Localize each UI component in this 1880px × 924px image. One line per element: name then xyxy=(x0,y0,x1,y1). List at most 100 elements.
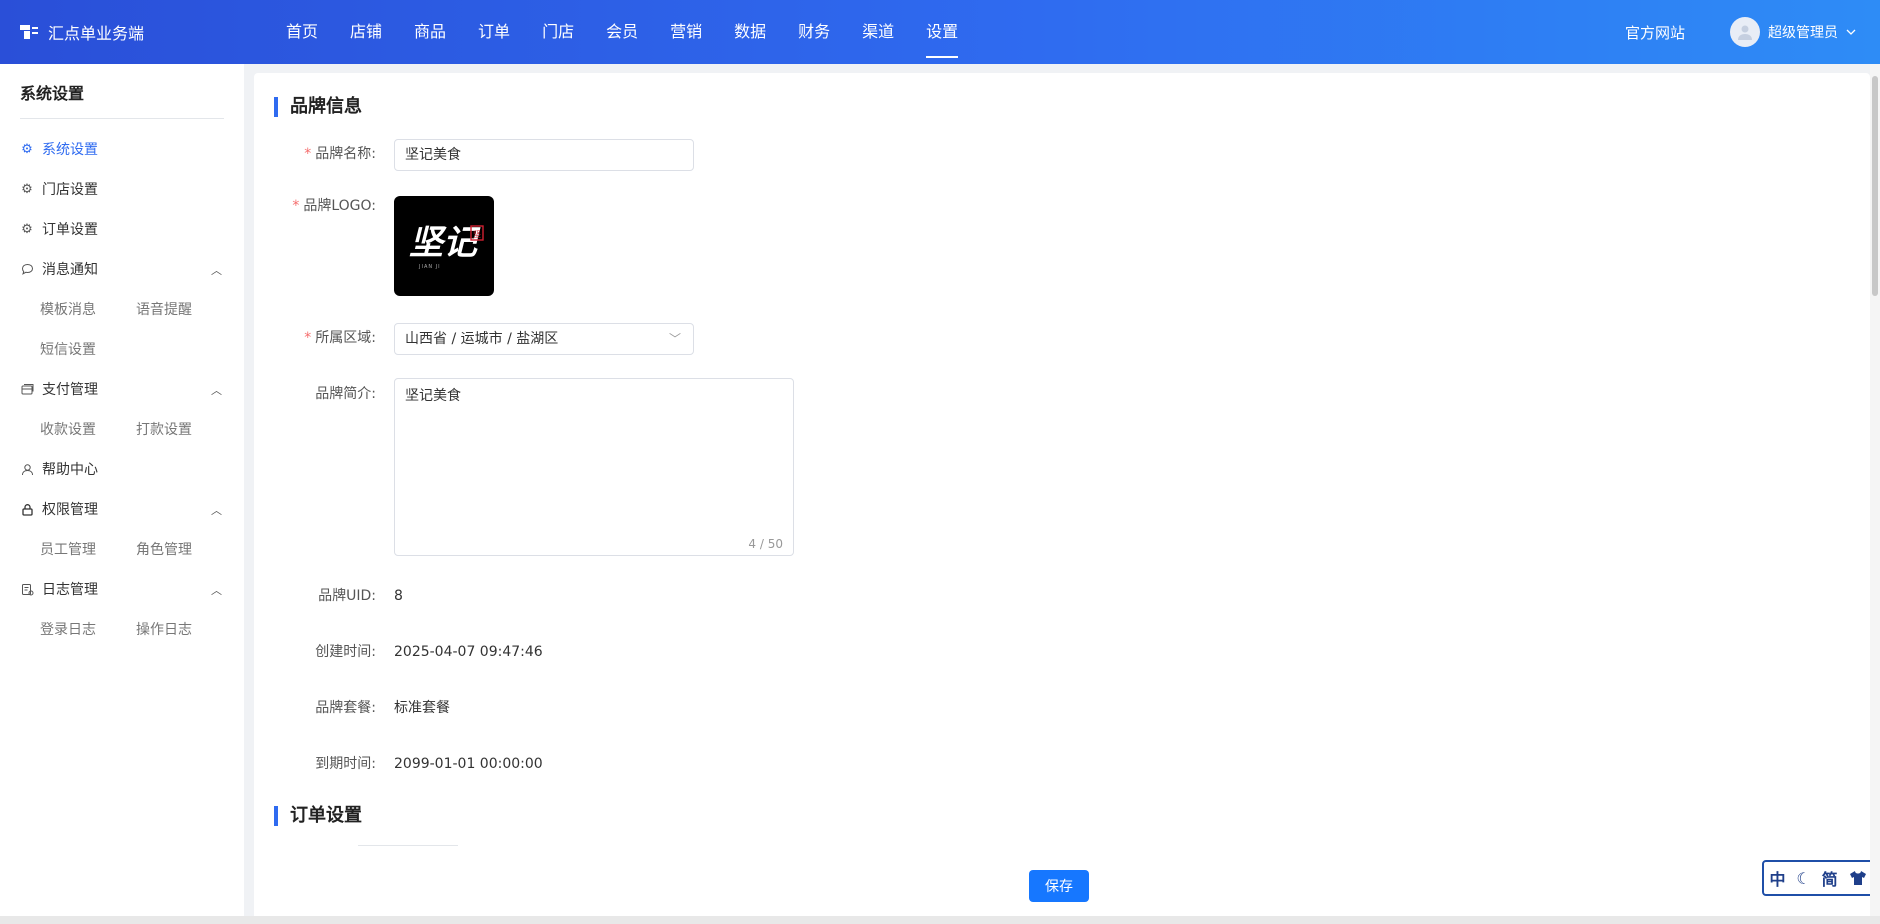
sidebar-title: 系统设置 xyxy=(20,80,224,119)
required-mark: * xyxy=(304,330,312,346)
sidebar-item-logs[interactable]: 日志管理 ︿ xyxy=(0,569,244,609)
log-icon xyxy=(20,582,34,596)
save-button[interactable]: 保存 xyxy=(1029,870,1089,902)
save-bar: 保存 xyxy=(254,854,1870,924)
field-uid: 品牌UID: 8 xyxy=(254,586,403,606)
field-created-time: 创建时间: 2025-04-07 09:47:46 xyxy=(254,642,543,662)
sidebar-item-sms-settings[interactable]: 短信设置 xyxy=(40,339,136,359)
intro-value: 坚记美食 xyxy=(405,388,461,404)
section-title-brand: 品牌信息 xyxy=(274,97,362,117)
sidebar-item-order-settings[interactable]: ⚙ 订单设置 xyxy=(0,209,244,249)
nav-settings[interactable]: 设置 xyxy=(910,0,974,64)
avatar xyxy=(1730,17,1760,47)
nav-channels[interactable]: 渠道 xyxy=(846,0,910,64)
sidebar-item-staff-management[interactable]: 员工管理 xyxy=(40,539,136,559)
intro-label: 品牌简介: xyxy=(315,386,376,402)
chevron-down-icon: ﹀ xyxy=(668,332,681,346)
region-value: 山西省 / 运城市 / 盐湖区 xyxy=(405,331,559,347)
svg-text:坚记: 坚记 xyxy=(409,223,481,263)
official-site-link[interactable]: 官方网站 xyxy=(1625,22,1685,43)
brand[interactable]: 汇点单业务端 xyxy=(20,20,144,44)
shirt-icon[interactable] xyxy=(1849,870,1867,886)
created-value: 2025-04-07 09:47:46 xyxy=(394,644,543,660)
chevron-down-icon xyxy=(1846,29,1856,35)
main-nav: 首页 店铺 商品 订单 门店 会员 营销 数据 财务 渠道 设置 xyxy=(270,0,974,64)
nav-stores[interactable]: 门店 xyxy=(526,0,590,64)
section-title-order: 订单设置 xyxy=(274,806,362,826)
chevron-up-icon[interactable]: ︿ xyxy=(211,502,222,518)
chevron-up-icon[interactable]: ︿ xyxy=(211,382,222,398)
nav-orders[interactable]: 订单 xyxy=(462,0,526,64)
uid-label: 品牌UID: xyxy=(318,588,376,604)
gear-icon: ⚙ xyxy=(21,221,33,237)
uid-value: 8 xyxy=(394,588,403,604)
brand-name: 汇点单业务端 xyxy=(48,24,145,43)
expire-label: 到期时间: xyxy=(315,756,376,772)
sidebar-item-permissions[interactable]: 权限管理 ︿ xyxy=(0,489,244,529)
nav-shop[interactable]: 店铺 xyxy=(334,0,398,64)
user-icon xyxy=(20,462,34,476)
card-icon xyxy=(20,382,34,396)
field-expire-time: 到期时间: 2099-01-01 00:00:00 xyxy=(254,754,542,774)
simplified-chinese-toggle[interactable]: 简 xyxy=(1822,866,1838,890)
nav-marketing[interactable]: 营销 xyxy=(654,0,718,64)
sidebar-item-collection-settings[interactable]: 收款设置 xyxy=(40,419,136,439)
field-intro: 品牌简介: 坚记美食 4 / 50 xyxy=(254,378,794,556)
brand-logo-artwork: 坚记 坚 JIAN JI xyxy=(409,223,484,270)
language-widget[interactable]: 中 ☾ 简 xyxy=(1762,860,1874,896)
nav-goods[interactable]: 商品 xyxy=(398,0,462,64)
field-package: 品牌套餐: 标准套餐 xyxy=(254,698,450,718)
settings-panel: 品牌信息 * 品牌名称: 坚记美食 * 品牌LOGO: 坚记 坚 JIAN JI *… xyxy=(254,73,1870,924)
sidebar-item-payout-settings[interactable]: 打款设置 xyxy=(136,419,232,439)
field-brand-name: * 品牌名称: 坚记美食 xyxy=(254,139,694,171)
nav-members[interactable]: 会员 xyxy=(590,0,654,64)
required-mark: * xyxy=(304,146,312,162)
moon-icon[interactable]: ☾ xyxy=(1796,869,1810,888)
vertical-scrollbar[interactable] xyxy=(1870,64,1880,924)
svg-text:JIAN JI: JIAN JI xyxy=(418,264,441,270)
user-name: 超级管理员 xyxy=(1768,25,1838,41)
chevron-up-icon[interactable]: ︿ xyxy=(211,262,222,278)
sidebar-item-operation-logs[interactable]: 操作日志 xyxy=(136,619,232,639)
user-avatar-icon xyxy=(1738,25,1752,40)
required-mark: * xyxy=(292,198,300,214)
field-region: * 所属区域: 山西省 / 运城市 / 盐湖区 ﹀ xyxy=(254,323,694,355)
user-menu[interactable]: 超级管理员 xyxy=(1730,17,1856,47)
sidebar-item-template-messages[interactable]: 模板消息 xyxy=(40,299,136,319)
chat-icon xyxy=(20,262,34,276)
nav-finance[interactable]: 财务 xyxy=(782,0,846,64)
language-zh-toggle[interactable]: 中 xyxy=(1769,866,1785,890)
package-value: 标准套餐 xyxy=(394,700,450,716)
nav-home[interactable]: 首页 xyxy=(270,0,334,64)
brand-intro-textarea[interactable]: 坚记美食 4 / 50 xyxy=(394,378,794,556)
divider xyxy=(358,845,458,846)
chevron-up-icon[interactable]: ︿ xyxy=(211,582,222,598)
sidebar-item-role-management[interactable]: 角色管理 xyxy=(136,539,232,559)
horizontal-scrollbar[interactable] xyxy=(0,916,1880,924)
sidebar-item-voice-reminder[interactable]: 语音提醒 xyxy=(136,299,232,319)
brand-name-input[interactable]: 坚记美食 xyxy=(394,139,694,171)
scrollbar-thumb[interactable] xyxy=(1872,76,1878,296)
sidebar: 系统设置 ⚙ 系统设置 ⚙ 门店设置 ⚙ 订单设置 消息通知 ︿ 模板消息 语音… xyxy=(0,64,244,924)
field-brand-logo: * 品牌LOGO: 坚记 坚 JIAN JI xyxy=(254,196,494,296)
nav-data[interactable]: 数据 xyxy=(718,0,782,64)
gear-icon: ⚙ xyxy=(21,141,33,157)
sidebar-item-store-settings[interactable]: ⚙ 门店设置 xyxy=(0,169,244,209)
gear-icon: ⚙ xyxy=(21,181,33,197)
sidebar-item-payment[interactable]: 支付管理 ︿ xyxy=(0,369,244,409)
sidebar-item-system-settings[interactable]: ⚙ 系统设置 xyxy=(0,129,244,169)
sidebar-item-login-logs[interactable]: 登录日志 xyxy=(40,619,136,639)
brand-logo-image[interactable]: 坚记 坚 JIAN JI xyxy=(394,196,494,296)
brand-logo-icon xyxy=(20,25,38,39)
region-select[interactable]: 山西省 / 运城市 / 盐湖区 ﹀ xyxy=(394,323,694,355)
brand-name-label: 品牌名称: xyxy=(315,146,376,162)
brand-logo-label: 品牌LOGO: xyxy=(303,198,376,214)
svg-text:坚: 坚 xyxy=(473,230,481,239)
created-label: 创建时间: xyxy=(315,644,376,660)
sidebar-item-help-center[interactable]: 帮助中心 xyxy=(0,449,244,489)
top-navigation-bar: 汇点单业务端 首页 店铺 商品 订单 门店 会员 营销 数据 财务 渠道 设置 … xyxy=(0,0,1880,64)
region-label: 所属区域: xyxy=(315,330,376,346)
package-label: 品牌套餐: xyxy=(315,700,376,716)
lock-icon xyxy=(20,502,34,516)
sidebar-item-notifications[interactable]: 消息通知 ︿ xyxy=(0,249,244,289)
